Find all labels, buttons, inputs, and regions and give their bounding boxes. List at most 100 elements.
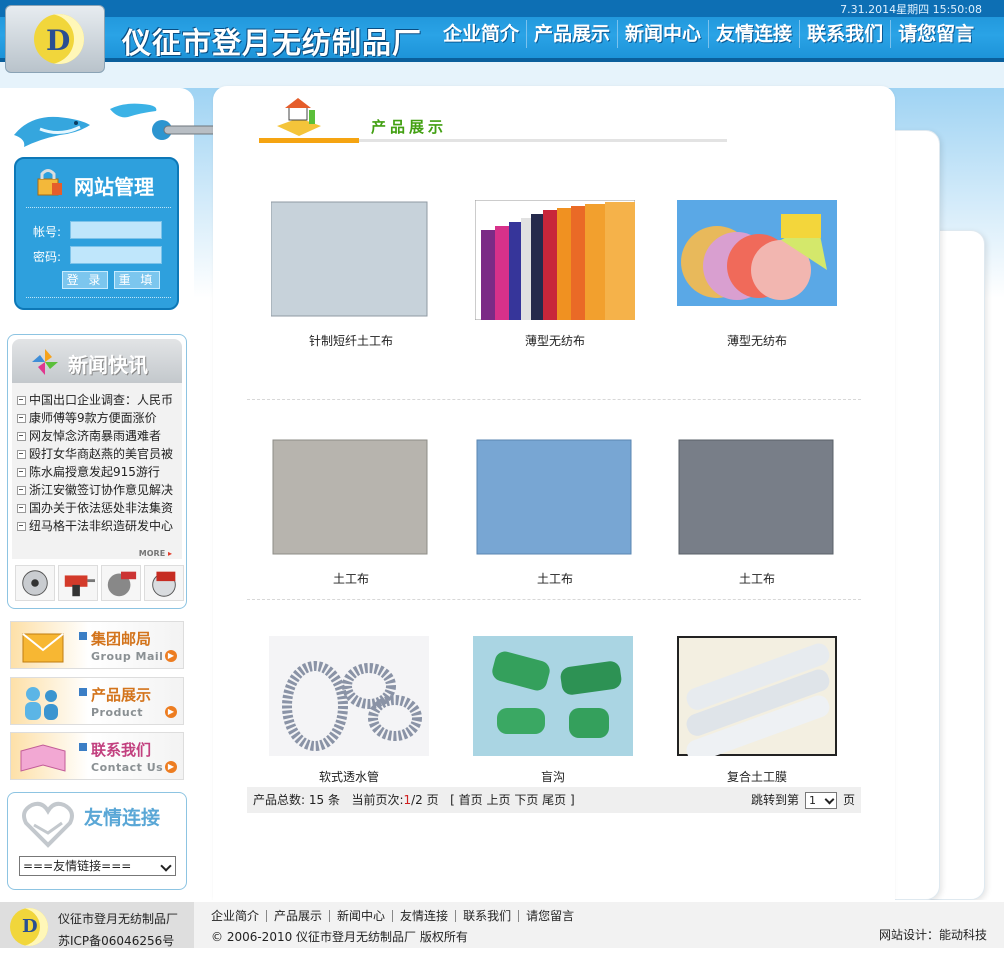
total-unit: 条 (327, 793, 340, 807)
date-time: 7.31.2014星期四 15:50:08 (840, 1, 982, 17)
product-image[interactable] (475, 438, 635, 558)
main-content: 产品展示 针制短纤土工布 薄型无纺布 薄型无纺布 土工布 土工布 土工布 软式透… (213, 86, 895, 900)
product-image[interactable] (677, 636, 837, 756)
account-input[interactable] (70, 221, 162, 239)
footer-nav: 企业简介 产品展示 新闻中心 友情连接 联系我们 请您留言 (211, 910, 581, 922)
footer-link-news[interactable]: 新闻中心 (329, 910, 392, 922)
product-name[interactable]: 盲沟 (473, 768, 633, 785)
title-bar-accent (259, 138, 359, 143)
product-name[interactable]: 土工布 (475, 570, 635, 587)
login-button[interactable]: 登 录 (62, 271, 108, 289)
footer-link-contact[interactable]: 联系我们 (455, 910, 518, 922)
product-image[interactable] (271, 438, 431, 558)
prev-page-link[interactable]: 上页 (486, 793, 510, 807)
more-label: MORE (138, 549, 166, 558)
admin-title: 网站管理 (74, 175, 154, 199)
circular-saw-icon (144, 565, 184, 601)
page-select[interactable]: 1 (804, 791, 837, 809)
arrow-right-icon: ▶ (165, 761, 177, 773)
last-page-link[interactable]: 尾页 (542, 793, 566, 807)
arrow-right-icon: ▶ (165, 706, 177, 718)
promo-title: 集团邮局 (91, 630, 152, 648)
nav-message[interactable]: 请您留言 (890, 20, 981, 48)
product-image[interactable] (473, 636, 633, 756)
list-item[interactable]: 康师傅等9款方便面涨价 (12, 409, 182, 427)
footer-link-links[interactable]: 友情连接 (392, 910, 455, 922)
product-image[interactable] (271, 200, 431, 320)
dolphins-icon (14, 103, 157, 147)
current-label: 当前页次: (351, 793, 404, 807)
nav-news[interactable]: 新闻中心 (617, 20, 708, 48)
product-image[interactable] (677, 438, 837, 558)
promo-product[interactable]: 产品展示 Product ▶ (10, 677, 184, 725)
product-name[interactable]: 针制短纤土工布 (271, 332, 431, 349)
list-item[interactable]: 国办关于依法惩处非法集资 (12, 499, 182, 517)
password-label: 密码: (33, 250, 62, 264)
people-icon (25, 687, 58, 720)
designer-credit: 网站设计：能动科技 (878, 928, 987, 942)
product-image[interactable] (677, 200, 837, 320)
promo-group-mail[interactable]: 集团邮局 Group Mail ▶ (10, 621, 184, 669)
product-name[interactable]: 薄型无纺布 (475, 332, 635, 349)
date: 7.31.2014 (840, 3, 897, 16)
list-item[interactable]: 陈水扁授意发起915游行 (12, 463, 182, 481)
promo-title: 产品展示 (91, 686, 152, 704)
current-page: 1 (403, 793, 412, 807)
nav-products[interactable]: 产品展示 (526, 20, 617, 48)
drill-icon (58, 565, 98, 601)
arrow-right-icon: ▸ (167, 549, 172, 558)
footer-company-name: 仪征市登月无纺制品厂 (58, 912, 179, 926)
product-image[interactable] (475, 200, 635, 320)
promo-subtitle: Product (91, 706, 144, 719)
header-base (0, 62, 1004, 88)
list-item[interactable]: 中国出口企业调查：人民币 (12, 391, 182, 409)
divider (26, 297, 171, 298)
copyright: © 2006-2010 仪征市登月无纺制品厂 版权所有 (211, 930, 468, 944)
pinwheel-icon (32, 349, 58, 375)
envelope-icon (22, 633, 64, 663)
footer-link-products[interactable]: 产品展示 (266, 910, 329, 922)
nav-about[interactable]: 企业简介 (436, 20, 526, 48)
total-label: 产品总数: (253, 793, 306, 807)
product-name[interactable]: 软式透水管 (269, 768, 429, 785)
list-item[interactable]: 网友悼念济南暴雨遇难者 (12, 427, 182, 445)
nav-links[interactable]: 友情连接 (708, 20, 799, 48)
product-image[interactable] (269, 636, 429, 756)
first-page-link[interactable]: 首页 (459, 793, 483, 807)
tool-images (15, 565, 184, 601)
product-row: 土工布 土工布 土工布 (247, 400, 861, 600)
product-grid: 针制短纤土工布 薄型无纺布 薄型无纺布 土工布 土工布 土工布 软式透水管 盲沟… (247, 200, 861, 800)
icp-number[interactable]: 苏ICP备06046256号 (58, 932, 174, 949)
book-icon (20, 744, 66, 772)
saw-icon (15, 565, 55, 601)
footer-link-message[interactable]: 请您留言 (518, 910, 581, 922)
page-jump: 跳转到第 1 页 (751, 787, 855, 813)
friend-links-select[interactable]: ===友情链接=== (19, 856, 176, 876)
product-name[interactable]: 复合土工膜 (677, 768, 837, 785)
next-page-link[interactable]: 下页 (514, 793, 538, 807)
list-item[interactable]: 殴打女华商赵燕的美官员被 (12, 445, 182, 463)
promo-contact[interactable]: 联系我们 Contact Us ▶ (10, 732, 184, 780)
list-item[interactable]: 纽马格干法非织造研发中心 (12, 517, 182, 535)
news-box: 新闻快讯 中国出口企业调查：人民币 康师傅等9款方便面涨价 网友悼念济南暴雨遇难… (7, 334, 187, 609)
more-link[interactable]: MORE ▸ (139, 549, 172, 558)
square-icon (79, 743, 87, 751)
footer-link-about[interactable]: 企业简介 (211, 910, 266, 922)
promo-subtitle: Group Mail (91, 650, 164, 663)
product-name[interactable]: 土工布 (677, 570, 837, 587)
nav-contact[interactable]: 联系我们 (799, 20, 890, 48)
password-input[interactable] (70, 246, 162, 264)
logo[interactable]: D (5, 5, 105, 73)
square-icon (79, 632, 87, 640)
footer-logo: D (10, 908, 48, 946)
footer-company: D 仪征市登月无纺制品厂 苏ICP备06046256号 (0, 902, 194, 948)
product-name[interactable]: 薄型无纺布 (677, 332, 837, 349)
page-unit: 页 (426, 793, 439, 807)
arrow-right-icon: ▶ (165, 650, 177, 662)
site-title: 仪征市登月无纺制品厂 (122, 26, 423, 60)
product-name[interactable]: 土工布 (271, 570, 431, 587)
main-nav: 企业简介 产品展示 新闻中心 友情连接 联系我们 请您留言 (436, 20, 981, 48)
reset-button[interactable]: 重 填 (114, 271, 160, 289)
friend-links-box: 友情连接 ===友情链接=== (7, 792, 187, 890)
list-item[interactable]: 浙江安徽签订协作意见解决 (12, 481, 182, 499)
